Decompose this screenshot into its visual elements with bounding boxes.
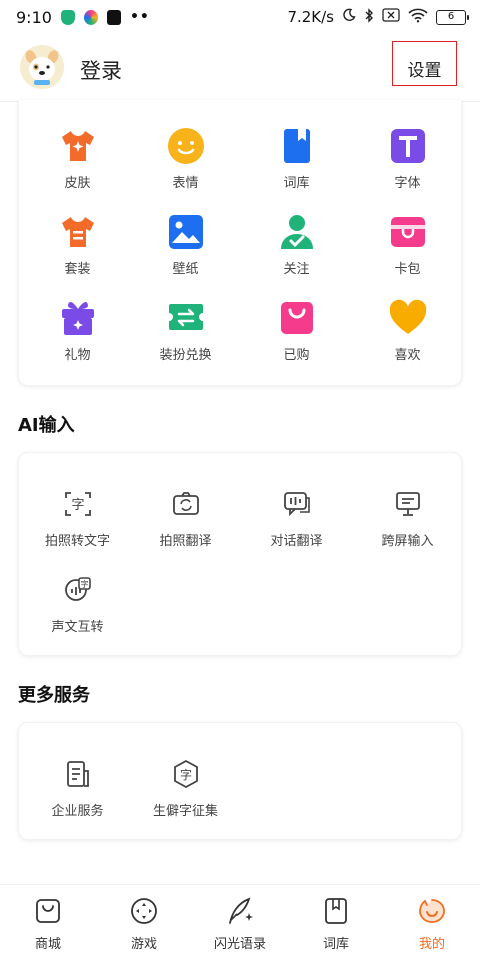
ai-item-label: 拍照转文字 — [44, 534, 110, 549]
grid-item-label: 卡包 — [394, 262, 421, 277]
grid-item-label: 表情 — [172, 176, 199, 191]
smiley-face-icon — [167, 127, 205, 165]
grid-item-label: 礼物 — [64, 348, 91, 363]
ai-item-dialog-translate[interactable]: 对话翻译 — [241, 485, 352, 549]
svg-text:字: 字 — [71, 498, 84, 513]
grid-item-lexicon[interactable]: 词库 — [241, 127, 352, 191]
quill-sparkle-icon — [224, 895, 256, 927]
exchange-ticket-icon — [167, 299, 205, 337]
svg-text:字: 字 — [179, 767, 191, 782]
grid-item-suit[interactable]: 套装 — [22, 213, 133, 277]
settings-button[interactable]: 设置 — [392, 41, 457, 86]
nav-label: 游戏 — [130, 937, 157, 952]
more-item-label: 生僻字征集 — [152, 804, 218, 819]
shirt-sparkle-icon — [59, 127, 97, 165]
feature-grid-card: 皮肤 表情 词库 字体 套装 壁纸 关注 卡包 礼物 装扮兑换 已购 喜欢 — [18, 100, 462, 386]
more-item-label: 企业服务 — [51, 804, 104, 819]
nav-label: 词库 — [322, 937, 349, 952]
ai-section-title: AI输入 — [18, 415, 75, 436]
grid-item-label: 套装 — [64, 262, 91, 277]
ai-item-voice-text[interactable]: 字 声文互转 — [22, 571, 133, 635]
grid-item-label: 壁纸 — [172, 262, 199, 277]
bottom-nav: 商城 游戏 闪光语录 词库 我的 — [0, 884, 480, 960]
grid-item-label: 词库 — [283, 176, 310, 191]
grid-item-label: 喜欢 — [394, 348, 421, 363]
more-section-title: 更多服务 — [18, 685, 90, 706]
wifi-icon — [408, 8, 428, 27]
nav-games[interactable]: 游戏 — [96, 885, 192, 960]
grid-item-favorites[interactable]: 喜欢 — [352, 299, 463, 363]
tiktok-app-icon — [106, 9, 121, 25]
grid-item-label: 字体 — [394, 176, 421, 191]
svg-text:字: 字 — [80, 579, 88, 589]
ai-item-photo-translate[interactable]: 拍照翻译 — [130, 485, 241, 549]
gift-icon — [59, 299, 97, 337]
more-item-rare-char[interactable]: 字 生僻字征集 — [130, 755, 241, 819]
game-controller-icon — [128, 895, 160, 927]
avatar[interactable] — [20, 45, 64, 89]
more-services-card: 企业服务 字 生僻字征集 — [18, 722, 462, 840]
dialog-translate-icon — [278, 485, 316, 523]
status-time: 9:10 — [16, 7, 52, 27]
suit-shirt-icon — [59, 213, 97, 251]
heart-icon — [389, 299, 427, 337]
more-notifications-icon: •• — [129, 9, 150, 25]
nav-label: 闪光语录 — [213, 937, 266, 952]
bookmark-book-icon — [320, 895, 352, 927]
profile-mine-icon — [416, 895, 448, 927]
grid-item-follow[interactable]: 关注 — [241, 213, 352, 277]
moon-icon — [342, 8, 356, 26]
follow-user-check-icon — [278, 213, 316, 251]
ai-item-photo-to-text[interactable]: 字 拍照转文字 — [22, 485, 133, 549]
grid-item-gift[interactable]: 礼物 — [22, 299, 133, 363]
ai-item-label: 拍照翻译 — [159, 534, 212, 549]
rare-char-collect-icon: 字 — [167, 755, 205, 793]
more-item-enterprise[interactable]: 企业服务 — [22, 755, 133, 819]
sim-off-icon — [382, 8, 400, 26]
colorful-app-icon — [83, 9, 98, 25]
grid-item-wallpaper[interactable]: 壁纸 — [130, 213, 241, 277]
grid-item-cardpack[interactable]: 卡包 — [352, 213, 463, 277]
nav-quotes[interactable]: 闪光语录 — [192, 885, 288, 960]
voice-text-convert-icon: 字 — [59, 571, 97, 609]
login-link[interactable]: 登录 — [80, 55, 122, 85]
grid-item-label: 已购 — [283, 348, 310, 363]
ai-item-label: 声文互转 — [51, 620, 104, 635]
grid-item-label: 关注 — [283, 262, 310, 277]
nav-label: 我的 — [418, 937, 445, 952]
ai-item-label: 跨屏输入 — [381, 534, 434, 549]
bluetooth-icon — [364, 7, 374, 27]
grid-item-font[interactable]: 字体 — [352, 127, 463, 191]
shopping-bag-icon — [278, 299, 316, 337]
grid-item-emoji[interactable]: 表情 — [130, 127, 241, 191]
ai-item-label: 对话翻译 — [270, 534, 323, 549]
card-wallet-icon — [389, 213, 427, 251]
photo-translate-icon — [167, 485, 205, 523]
cross-screen-input-icon — [389, 485, 427, 523]
shop-bag-icon — [32, 895, 64, 927]
mascot-avatar-icon — [20, 45, 64, 89]
grid-item-purchased[interactable]: 已购 — [241, 299, 352, 363]
grid-item-label: 装扮兑换 — [159, 348, 212, 363]
ai-input-card: 字 拍照转文字 拍照翻译 对话翻译 跨屏输入 字 声文互转 — [18, 452, 462, 656]
ai-item-cross-screen[interactable]: 跨屏输入 — [352, 485, 463, 549]
network-speed: 7.2K/s — [287, 8, 334, 26]
nav-mine[interactable]: 我的 — [384, 885, 480, 960]
enterprise-doc-icon — [59, 755, 97, 793]
battery-icon: 6 — [436, 9, 469, 25]
nav-label: 商城 — [34, 937, 61, 952]
nav-lexicon[interactable]: 词库 — [288, 885, 384, 960]
book-icon — [278, 127, 316, 165]
font-t-icon — [389, 127, 427, 165]
grid-item-skin[interactable]: 皮肤 — [22, 127, 133, 191]
photo-to-text-icon: 字 — [59, 485, 97, 523]
profile-header: 登录 设置 — [0, 38, 480, 100]
grid-item-exchange[interactable]: 装扮兑换 — [130, 299, 241, 363]
shield-app-icon — [60, 9, 75, 25]
wallpaper-image-icon — [167, 213, 205, 251]
status-bar: 9:10 •• 7.2K/s 6 — [0, 0, 480, 34]
nav-shop[interactable]: 商城 — [0, 885, 96, 960]
grid-item-label: 皮肤 — [64, 176, 91, 191]
